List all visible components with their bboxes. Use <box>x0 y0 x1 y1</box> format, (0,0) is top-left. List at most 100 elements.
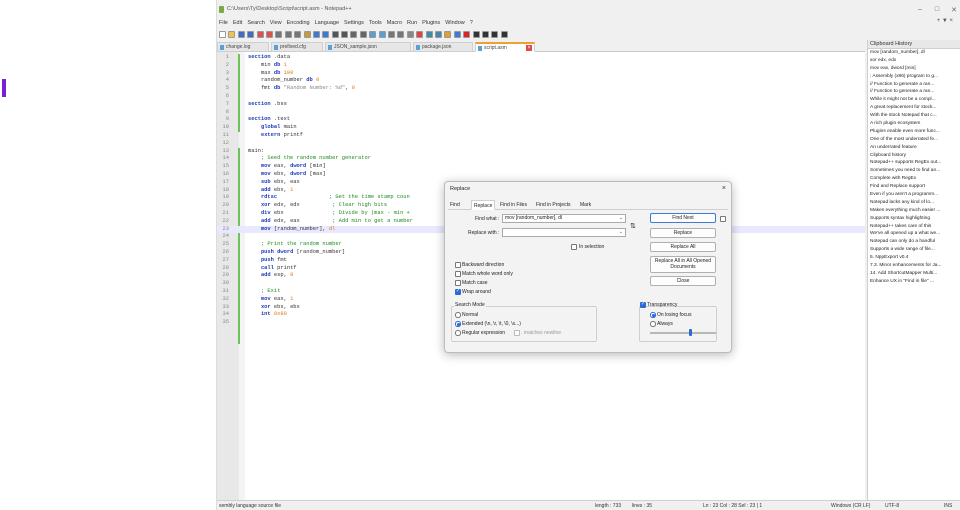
code-line[interactable]: 8 <box>217 109 865 117</box>
replace-button[interactable]: Replace <box>650 228 716 238</box>
clipboard-item[interactable]: Clipboard history <box>868 152 960 160</box>
stop-icon[interactable] <box>472 30 480 38</box>
document-tab[interactable]: prefixed.cfg <box>271 42 323 52</box>
code-line[interactable]: 16 mov ebx, dword [max] <box>217 171 865 179</box>
clipboard-item[interactable]: Find and Replace support <box>868 183 960 191</box>
normal-radio[interactable] <box>455 312 461 318</box>
clipboard-item[interactable]: Sometimes you need to find an... <box>868 167 960 175</box>
clipboard-item[interactable]: One of the most underrated fe... <box>868 136 960 144</box>
on-losing-focus-radio[interactable] <box>650 312 656 318</box>
clipboard-item[interactable]: With the stock Notepad that c... <box>868 112 960 120</box>
maximize-icon[interactable]: □ <box>931 6 943 13</box>
replace-all-open-docs-button[interactable]: Replace All in All Opened Documents <box>650 256 716 273</box>
close-all-icon[interactable] <box>265 30 273 38</box>
backward-direction-checkbox[interactable] <box>455 262 461 268</box>
menu-item[interactable]: Plugins <box>422 20 440 26</box>
swap-icon[interactable]: ⇅ <box>630 222 636 230</box>
code-line[interactable]: 14 ; Seed the random number generator <box>217 155 865 163</box>
udl-icon[interactable] <box>416 30 424 38</box>
menu-item[interactable]: Window <box>445 20 465 26</box>
clipboard-item[interactable]: xor edx, edx <box>868 57 960 65</box>
save-all-icon[interactable] <box>247 30 255 38</box>
menu-item[interactable]: Run <box>407 20 417 26</box>
open-icon[interactable] <box>228 30 236 38</box>
clipboard-item[interactable]: Even if you aren't a programm... <box>868 191 960 199</box>
code-line[interactable]: 12 <box>217 140 865 148</box>
clipboard-item[interactable]: A rich plugin ecosystem <box>868 120 960 128</box>
clipboard-item[interactable]: Notepad++ takes care of this <box>868 223 960 231</box>
menu-item[interactable]: Settings <box>344 20 364 26</box>
code-line[interactable]: 7 section .bss <box>217 101 865 109</box>
cut-icon[interactable] <box>284 30 292 38</box>
regex-radio[interactable] <box>455 330 461 336</box>
document-tab[interactable]: script.asm × <box>475 42 535 52</box>
code-line[interactable]: 4 random_number db 0 <box>217 77 865 85</box>
clipboard-item[interactable]: A great replacement for stock... <box>868 104 960 112</box>
transparency-quick-checkbox[interactable] <box>720 216 726 222</box>
clipboard-item[interactable]: mov eax, dword [min] <box>868 65 960 73</box>
menu-item[interactable]: Encoding <box>287 20 310 26</box>
replace-icon[interactable] <box>341 30 349 38</box>
save-macro-icon[interactable] <box>500 30 508 38</box>
sync-h-icon[interactable] <box>378 30 386 38</box>
find-icon[interactable] <box>331 30 339 38</box>
match-case-checkbox[interactable] <box>455 280 461 286</box>
clipboard-item[interactable]: Plugins enable even more func... <box>868 128 960 136</box>
tab-find[interactable]: Find <box>448 200 462 210</box>
code-line[interactable]: 15 mov eax, dword [min] <box>217 163 865 171</box>
play-icon[interactable] <box>481 30 489 38</box>
document-tab[interactable]: change.log <box>217 42 269 52</box>
find-next-button[interactable]: Find Next <box>650 213 716 223</box>
dialog-close-icon[interactable]: × <box>722 185 726 192</box>
menu-item[interactable]: Tools <box>369 20 382 26</box>
new-icon[interactable] <box>219 30 226 38</box>
extended-radio[interactable] <box>455 321 461 327</box>
code-line[interactable]: 9 section .text <box>217 116 865 124</box>
menu-item[interactable]: ? <box>470 20 473 26</box>
clipboard-item[interactable]: While it might not be a compl... <box>868 96 960 104</box>
clipboard-item[interactable]: An underrated feature <box>868 144 960 152</box>
doc-map-icon[interactable] <box>425 30 433 38</box>
clipboard-item[interactable]: Notepad++ supports RegEx out... <box>868 159 960 167</box>
replace-with-input[interactable]: ⌄ <box>502 228 626 237</box>
code-line[interactable]: 11 extern printf <box>217 132 865 140</box>
menu-item[interactable]: Search <box>247 20 264 26</box>
chevron-down-icon[interactable]: ⌄ <box>619 215 623 222</box>
menu-item[interactable]: Edit <box>233 20 242 26</box>
clipboard-item[interactable]: mov [random_number], dl <box>868 49 960 57</box>
code-line[interactable]: 5 fmt db "Random Number: %d", 0 <box>217 85 865 93</box>
whole-word-checkbox[interactable] <box>455 271 461 277</box>
tab-replace[interactable]: Replace <box>471 200 496 210</box>
clipboard-item[interactable]: Notepad lacks any kind of lo... <box>868 199 960 207</box>
code-line[interactable]: 1 section .data <box>217 54 865 62</box>
clipboard-item[interactable]: 14. Add ShortcutMapper Multi... <box>868 270 960 278</box>
chevron-down-icon[interactable]: ⌄ <box>619 229 623 236</box>
clipboard-item[interactable]: ; Assembly (x86) program to g... <box>868 73 960 81</box>
clipboard-item[interactable]: Complete with RegEx <box>868 175 960 183</box>
transparency-slider-track[interactable] <box>650 332 716 334</box>
folder-icon[interactable] <box>444 30 452 38</box>
clipboard-item[interactable]: Makes everything much easier ... <box>868 207 960 215</box>
menu-item[interactable]: View <box>270 20 282 26</box>
zoom-out-icon[interactable] <box>359 30 367 38</box>
undo-icon[interactable] <box>312 30 320 38</box>
code-line[interactable]: 6 <box>217 93 865 101</box>
menu-item[interactable]: Language <box>315 20 339 26</box>
tab-find-in-files[interactable]: Find in Files <box>498 200 529 210</box>
paste-icon[interactable] <box>303 30 311 38</box>
sync-v-icon[interactable] <box>369 30 377 38</box>
clipboard-item[interactable]: Notepad can only do a handful <box>868 238 960 246</box>
clipboard-item[interactable]: 7.3. Minor enhancements for Ja... <box>868 262 960 270</box>
transparency-slider-thumb[interactable] <box>689 329 693 336</box>
clipboard-item[interactable]: Supports syntax highlighting <box>868 215 960 223</box>
tab-mark[interactable]: Mark <box>578 200 593 210</box>
document-tab[interactable]: JSON_sample.json <box>325 42 411 52</box>
monitor-icon[interactable] <box>453 30 461 38</box>
tab-find-in-projects[interactable]: Find in Projects <box>534 200 572 210</box>
print-icon[interactable] <box>275 30 283 38</box>
code-line[interactable]: 13 main: <box>217 148 865 156</box>
always-radio[interactable] <box>650 321 656 327</box>
close-button[interactable]: Close <box>650 276 716 286</box>
close-icon[interactable] <box>256 30 264 38</box>
menu-item[interactable]: Macro <box>387 20 402 26</box>
